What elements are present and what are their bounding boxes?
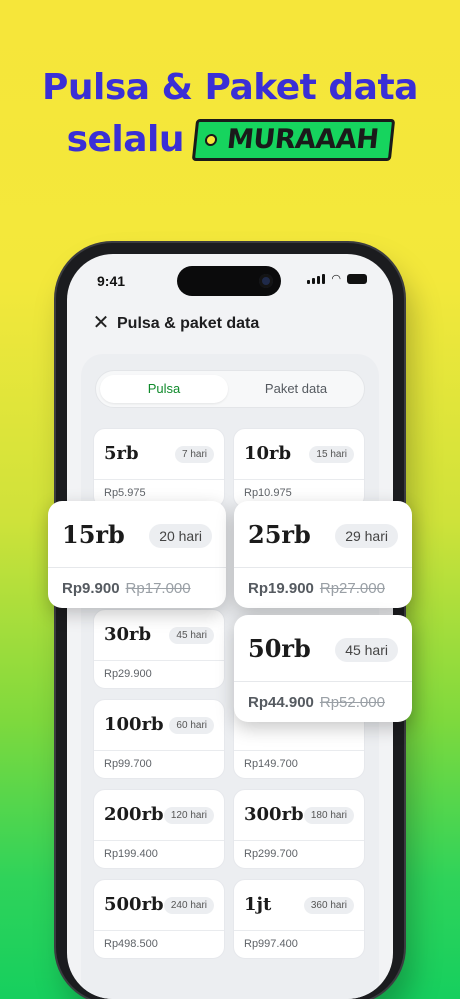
card-price: Rp149.700 [244,758,298,770]
card-amount: 200rb [104,804,164,825]
featured-old-price: Rp27.000 [319,580,385,597]
featured-price: Rp19.900 [248,580,314,597]
status-icons: ◠ [307,273,367,285]
card-validity: 45 hari [169,627,214,644]
featured-price: Rp9.900 [62,580,120,597]
card-validity: 15 hari [309,446,354,463]
headline-line2: selalu MURAAAH [0,114,460,166]
featured-price-row: Rp9.900 Rp17.000 [62,580,191,597]
card-amount: 5rb [104,443,139,464]
product-card[interactable]: 100rb 60 hari Rp99.700 [93,699,225,779]
product-card[interactable]: 500rb 240 hari Rp498.500 [93,879,225,959]
card-validity: 60 hari [169,717,214,734]
card-price: Rp997.400 [244,938,298,950]
card-amount: 30rb [104,624,152,645]
tab-paket-data[interactable]: Paket data [232,375,360,403]
promo-headline: Pulsa & Paket data selalu MURAAAH [0,62,460,166]
card-price: Rp10.975 [244,487,292,499]
page-title: Pulsa & paket data [117,315,260,332]
dynamic-island [177,266,281,296]
wifi-icon: ◠ [331,273,341,285]
featured-amount: 25rb [248,520,311,549]
card-validity: 360 hari [303,897,354,914]
close-icon[interactable]: ✕ [91,313,111,333]
featured-price: Rp44.900 [248,694,314,711]
card-validity: 120 hari [163,807,214,824]
featured-validity: 20 hari [149,524,212,548]
card-price: Rp299.700 [244,848,298,860]
featured-price-row: Rp44.900 Rp52.000 [248,694,385,711]
featured-price-row: Rp19.900 Rp27.000 [248,580,385,597]
nav-bar: ✕ Pulsa & paket data [67,310,393,342]
featured-validity: 45 hari [335,638,398,662]
camera-icon [259,274,273,288]
product-card[interactable]: 1jt 360 hari Rp997.400 [233,879,365,959]
price-tag-badge: MURAAAH [191,119,396,161]
status-bar: 9:41 ◠ [67,254,393,298]
card-validity: 240 hari [163,897,214,914]
featured-amount: 50rb [248,634,311,663]
featured-card[interactable]: 25rb 29 hari Rp19.900 Rp27.000 [234,501,412,608]
headline-prefix: selalu [66,119,185,160]
card-amount: 10rb [244,443,292,464]
card-price: Rp99.700 [104,758,152,770]
card-validity: 180 hari [303,807,354,824]
product-card[interactable]: 200rb 120 hari Rp199.400 [93,789,225,869]
featured-validity: 29 hari [335,524,398,548]
card-price: Rp5.975 [104,487,146,499]
featured-old-price: Rp52.000 [319,694,385,711]
card-price: Rp199.400 [104,848,158,860]
card-price: Rp29.900 [104,668,152,680]
tab-pulsa[interactable]: Pulsa [100,375,228,403]
headline-line1: Pulsa & Paket data [42,67,418,108]
battery-icon [347,274,367,284]
featured-amount: 15rb [62,520,125,549]
card-price: Rp498.500 [104,938,158,950]
product-card[interactable]: 10rb 15 hari Rp10.975 [233,428,365,508]
featured-card[interactable]: 15rb 20 hari Rp9.900 Rp17.000 [48,501,226,608]
product-card[interactable]: 300rb 180 hari Rp299.700 [233,789,365,869]
status-time: 9:41 [97,273,126,289]
card-amount: 1jt [244,894,272,915]
signal-icon [307,274,326,284]
card-validity: 7 hari [174,446,214,463]
product-card[interactable]: 5rb 7 hari Rp5.975 [93,428,225,508]
featured-card[interactable]: 50rb 45 hari Rp44.900 Rp52.000 [234,615,412,722]
card-amount: 500rb [104,894,164,915]
featured-old-price: Rp17.000 [125,580,191,597]
card-amount: 100rb [104,714,164,735]
tab-switcher: Pulsa Paket data [95,370,365,408]
product-card[interactable]: 30rb 45 hari Rp29.900 [93,609,225,689]
card-amount: 300rb [244,804,304,825]
